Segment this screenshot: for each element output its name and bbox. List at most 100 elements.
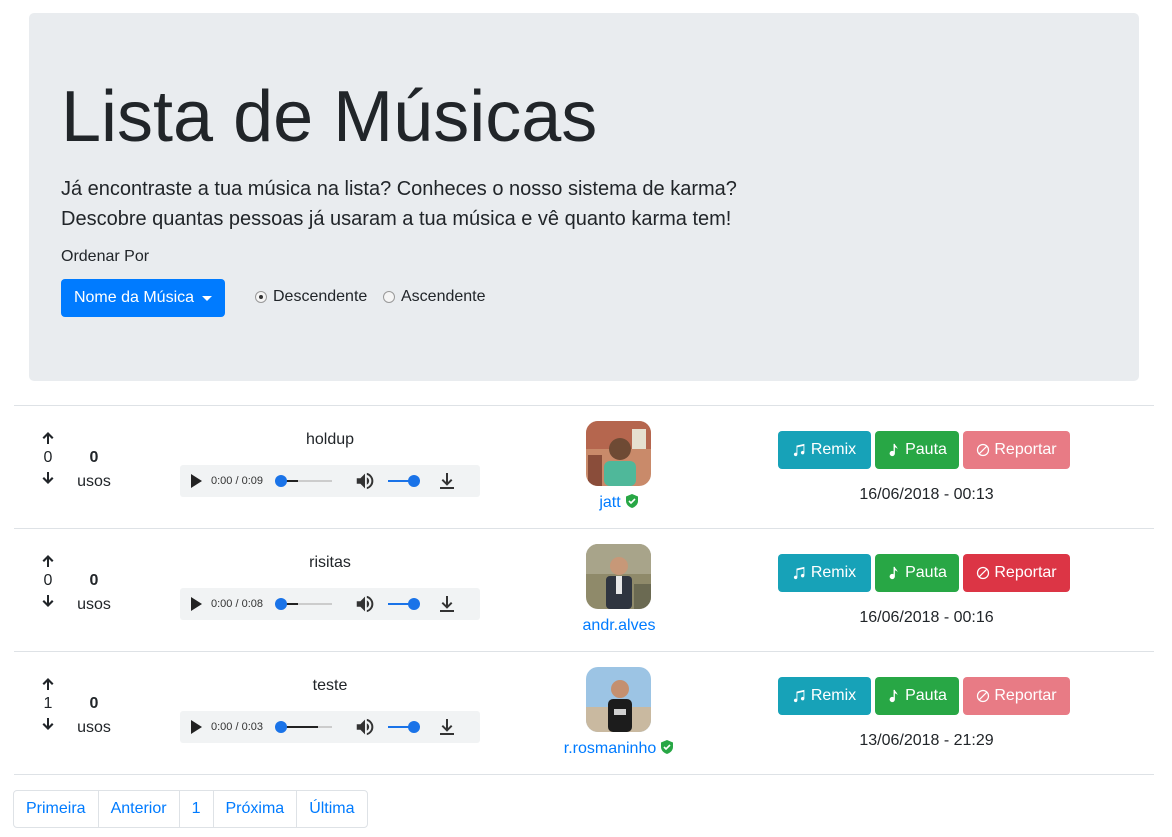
report-label: Reportar	[994, 687, 1057, 704]
play-icon[interactable]	[191, 720, 202, 734]
download-icon[interactable]	[438, 471, 456, 491]
page-last[interactable]: Última	[296, 790, 368, 828]
audio-progress-bar[interactable]	[275, 475, 332, 487]
author-link[interactable]: andr.alves	[454, 615, 784, 637]
audio-player[interactable]: 0:00 / 0:03	[180, 711, 480, 743]
download-icon[interactable]	[438, 717, 456, 737]
page-current[interactable]: 1	[178, 790, 214, 828]
remix-button[interactable]: Remix	[778, 677, 871, 715]
uses-label: usos	[77, 473, 111, 490]
divider	[14, 774, 1154, 775]
remix-button[interactable]: Remix	[778, 554, 871, 592]
author-name[interactable]: jatt	[599, 494, 620, 511]
audio-player[interactable]: 0:00 / 0:08	[180, 588, 480, 620]
volume-icon[interactable]	[354, 716, 376, 738]
vote-control: 1	[40, 676, 56, 732]
music-note-icon	[889, 689, 898, 703]
remix-label: Remix	[810, 687, 857, 704]
remix-label: Remix	[810, 564, 857, 581]
audio-progress-bar[interactable]	[275, 721, 332, 733]
music-notes-icon	[793, 689, 805, 703]
remix-button[interactable]: Remix	[778, 431, 871, 469]
report-label: Reportar	[994, 564, 1057, 581]
uses-count: 0	[89, 572, 99, 589]
audio-time: 0:00 / 0:08	[211, 598, 263, 610]
pagination: Primeira Anterior 1 Próxima Última	[13, 790, 368, 828]
track-row: 1 0 usos teste 0:00 / 0:03 r.rosmaninho …	[14, 651, 1154, 774]
volume-slider[interactable]	[388, 598, 420, 610]
music-note-icon	[889, 566, 898, 580]
arrow-down-icon[interactable]	[40, 470, 56, 486]
music-notes-icon	[793, 443, 805, 457]
vote-count: 0	[43, 449, 53, 466]
lead-line-2: Descobre quantas pessoas já usaram a tua…	[61, 208, 732, 230]
pauta-button[interactable]: Pauta	[875, 431, 959, 469]
vote-control: 0	[40, 430, 56, 486]
page-next[interactable]: Próxima	[212, 790, 298, 828]
radio-descending-indicator[interactable]	[255, 291, 267, 303]
pauta-label: Pauta	[905, 687, 947, 704]
radio-ascending[interactable]: Ascendente	[383, 285, 486, 309]
author-name[interactable]: r.rosmaninho	[564, 740, 657, 757]
track-date: 13/06/2018 - 21:29	[859, 732, 994, 749]
order-by-dropdown-value: Nome da Música	[73, 289, 195, 306]
play-icon[interactable]	[191, 474, 202, 488]
report-button[interactable]: Reportar	[963, 431, 1070, 469]
uses-count: 0	[89, 449, 99, 466]
author-link[interactable]: jatt	[454, 492, 784, 514]
avatar[interactable]	[586, 544, 651, 609]
report-label: Reportar	[994, 441, 1057, 458]
uses-counter: 0 usos	[76, 446, 112, 494]
arrow-down-icon[interactable]	[40, 716, 56, 732]
arrow-up-icon[interactable]	[40, 430, 56, 446]
page-header: Lista de Músicas Já encontraste a tua mú…	[29, 13, 1139, 381]
pauta-button[interactable]: Pauta	[875, 554, 959, 592]
page-prev[interactable]: Anterior	[97, 790, 180, 828]
vote-count: 1	[43, 695, 53, 712]
volume-icon[interactable]	[354, 470, 376, 492]
uses-label: usos	[77, 596, 111, 613]
radio-descending[interactable]: Descendente	[255, 285, 367, 309]
volume-slider[interactable]	[388, 721, 420, 733]
volume-icon[interactable]	[354, 593, 376, 615]
ban-icon	[977, 566, 990, 580]
page-first[interactable]: Primeira	[13, 790, 99, 828]
uses-counter: 0 usos	[76, 692, 112, 740]
remix-label: Remix	[810, 441, 857, 458]
audio-player[interactable]: 0:00 / 0:09	[180, 465, 480, 497]
page-title: Lista de Músicas	[61, 77, 598, 157]
pauta-label: Pauta	[905, 441, 947, 458]
arrow-down-icon[interactable]	[40, 593, 56, 609]
arrow-up-icon[interactable]	[40, 553, 56, 569]
music-notes-icon	[793, 566, 805, 580]
arrow-up-icon[interactable]	[40, 676, 56, 692]
avatar[interactable]	[586, 667, 651, 732]
verified-shield-icon	[625, 494, 638, 508]
track-row: 0 0 usos holdup 0:00 / 0:09 jatt Remix P…	[14, 405, 1154, 528]
track-row: 0 0 usos risitas 0:00 / 0:08 andr.alves …	[14, 528, 1154, 651]
track-date: 16/06/2018 - 00:16	[859, 609, 994, 626]
radio-descending-label: Descendente	[273, 288, 368, 305]
vote-count: 0	[43, 572, 53, 589]
report-button[interactable]: Reportar	[963, 554, 1070, 592]
uses-label: usos	[77, 719, 111, 736]
volume-slider[interactable]	[388, 475, 420, 487]
track-title: teste	[312, 677, 348, 694]
order-by-dropdown[interactable]: Nome da Música	[61, 279, 225, 317]
verified-shield-icon	[661, 740, 674, 754]
audio-progress-bar[interactable]	[275, 598, 332, 610]
track-title: holdup	[305, 431, 355, 448]
radio-ascending-indicator[interactable]	[383, 291, 395, 303]
radio-ascending-label: Ascendente	[401, 288, 486, 305]
play-icon[interactable]	[191, 597, 202, 611]
vote-control: 0	[40, 553, 56, 609]
avatar[interactable]	[586, 421, 651, 486]
order-by-label: Ordenar Por	[61, 248, 150, 265]
author-link[interactable]: r.rosmaninho	[454, 738, 784, 760]
report-button[interactable]: Reportar	[963, 677, 1070, 715]
uses-counter: 0 usos	[76, 569, 112, 617]
download-icon[interactable]	[438, 594, 456, 614]
author-name[interactable]: andr.alves	[583, 617, 656, 634]
ban-icon	[977, 689, 990, 703]
pauta-button[interactable]: Pauta	[875, 677, 959, 715]
